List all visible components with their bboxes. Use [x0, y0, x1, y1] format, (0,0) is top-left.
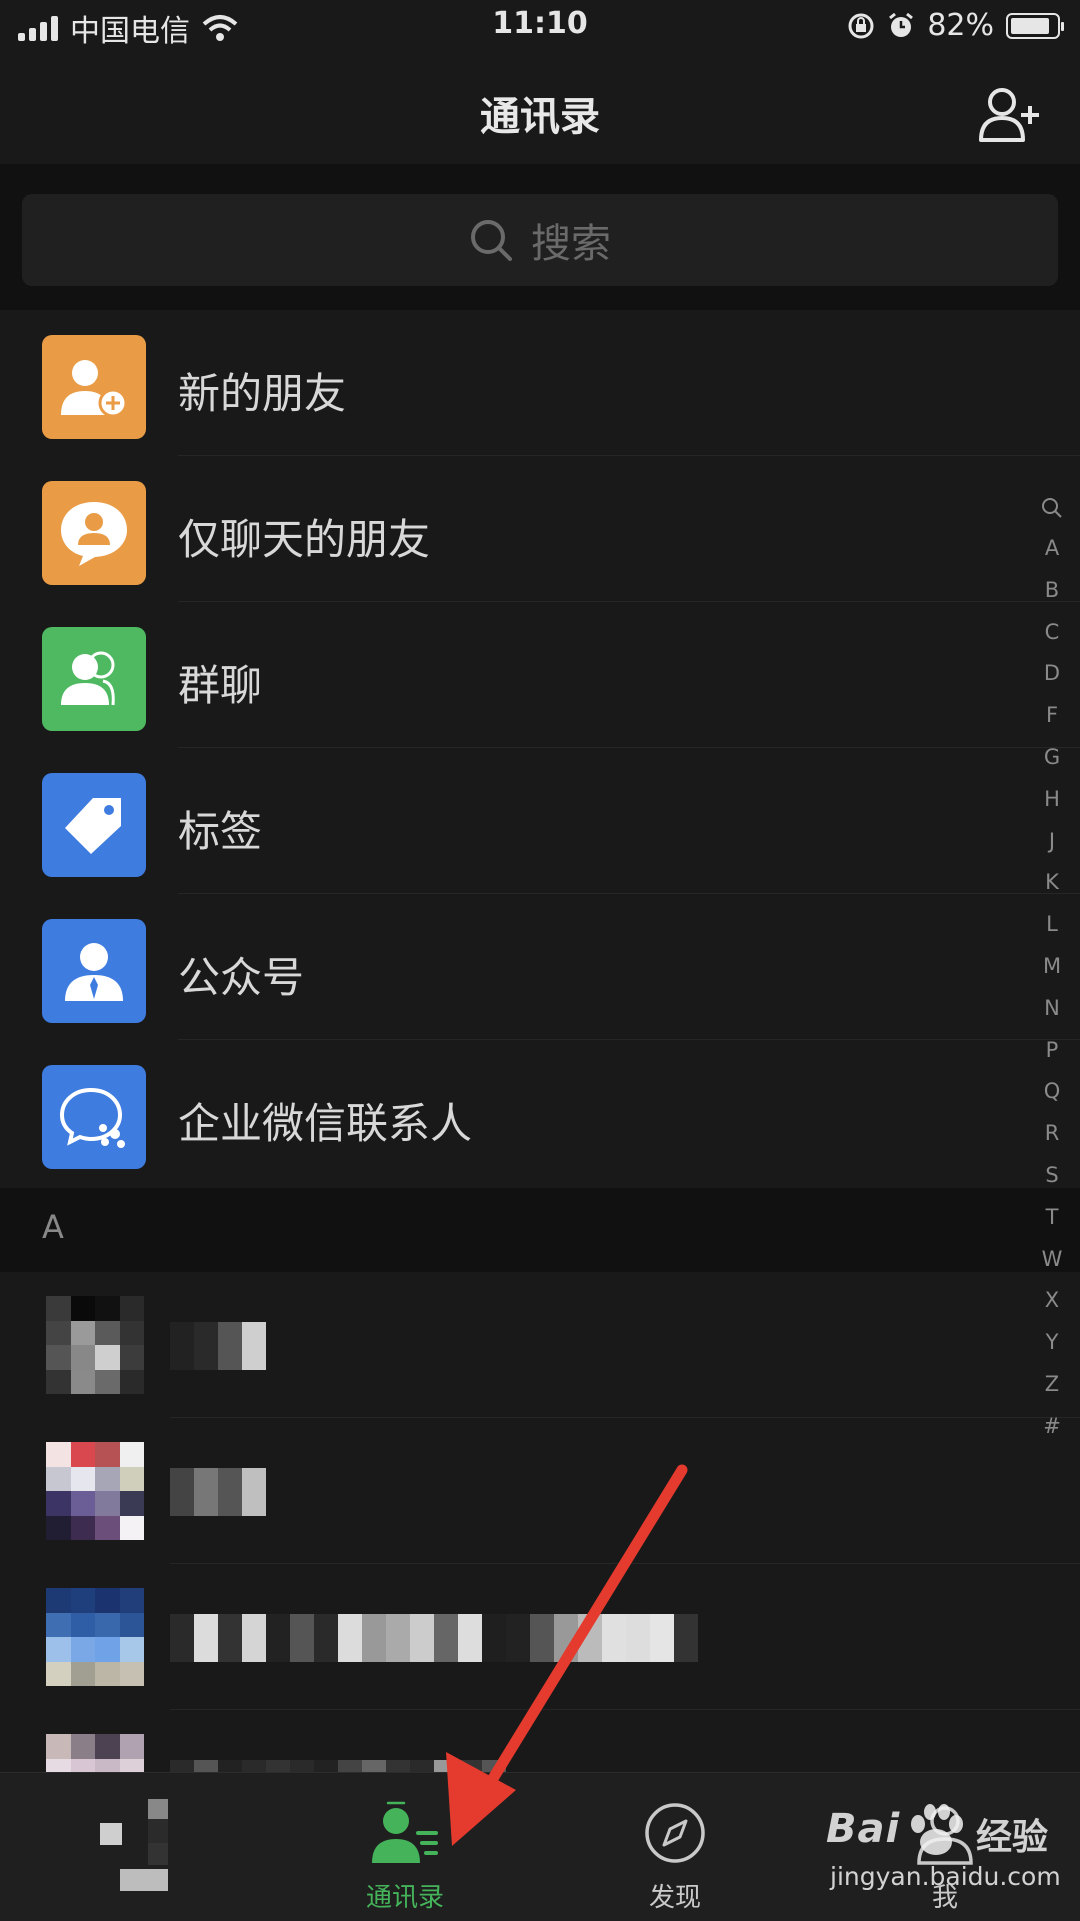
alphabet-index[interactable]: A B C D F G H J K L M N P Q R S T W X Y … [1032, 494, 1072, 1448]
search-input[interactable]: 搜索 [22, 194, 1058, 286]
index-letter[interactable]: J [1049, 821, 1055, 863]
index-letter[interactable]: P [1046, 1030, 1059, 1072]
battery-percentage: 82% [927, 8, 994, 43]
index-letter[interactable]: R [1045, 1113, 1060, 1155]
menu-label: 新的朋友 [178, 369, 347, 418]
index-letter[interactable]: T [1046, 1197, 1059, 1239]
index-letter[interactable]: G [1044, 737, 1060, 779]
menu-item-wecom-contacts[interactable]: 企业微信联系人 [0, 1040, 1080, 1186]
status-bar: 中国电信 11:10 82% [0, 0, 1080, 54]
pixelated-name [170, 1468, 266, 1516]
menu-label: 群聊 [178, 661, 263, 710]
index-letter[interactable]: K [1045, 862, 1059, 904]
orientation-lock-icon [848, 13, 874, 38]
menu-label: 仅聊天的朋友 [178, 515, 431, 564]
tab-discover[interactable]: 发现 [540, 1773, 810, 1921]
contacts-menu: 新的朋友 仅聊天的朋友 群聊 标签 公众号 企业微信联系人 [0, 310, 1080, 1186]
baidu-watermark: Bai 经验 jingyan.baidu.com [826, 1802, 1066, 1912]
watermark-brand: Bai [826, 1806, 901, 1852]
menu-item-chat-only-friends[interactable]: 仅聊天的朋友 [0, 456, 1080, 602]
tab-label: 通讯录 [365, 1883, 444, 1913]
add-friend-icon[interactable] [978, 84, 1042, 144]
menu-item-group-chat[interactable]: 群聊 [0, 602, 1080, 748]
index-letter[interactable]: H [1044, 779, 1060, 821]
index-letter[interactable]: L [1046, 904, 1058, 946]
pixelated-avatar [46, 1588, 144, 1686]
pixelated-name [170, 1322, 266, 1370]
index-letter[interactable]: X [1045, 1280, 1059, 1322]
tab-contacts[interactable]: 通讯录 [270, 1773, 540, 1921]
menu-label: 企业微信联系人 [178, 1099, 473, 1148]
pixelated-tab-icon [100, 1799, 170, 1893]
pixelated-avatar [46, 1442, 144, 1540]
index-letter[interactable]: M [1043, 946, 1061, 988]
tab-label: 发现 [648, 1883, 701, 1913]
index-letter[interactable]: A [1045, 528, 1059, 570]
navigation-bar: 通讯录 [0, 54, 1080, 164]
tab-pixelated[interactable] [0, 1773, 270, 1921]
official-account-icon [42, 919, 146, 1023]
index-letter[interactable]: C [1045, 612, 1060, 654]
index-letter[interactable]: N [1044, 988, 1060, 1030]
index-letter[interactable]: W [1042, 1239, 1063, 1281]
index-letter[interactable]: F [1046, 695, 1058, 737]
section-header-a: A [0, 1188, 1080, 1272]
watermark-url: jingyan.baidu.com [830, 1862, 1061, 1891]
index-letter[interactable]: Z [1045, 1364, 1059, 1406]
tag-icon [42, 773, 146, 877]
index-letter[interactable]: B [1045, 570, 1059, 612]
index-search-icon[interactable] [1040, 494, 1064, 522]
pixelated-avatar [46, 1296, 144, 1394]
contact-list [0, 1272, 1080, 1856]
group-chat-icon [42, 627, 146, 731]
search-placeholder: 搜索 [531, 221, 611, 267]
wecom-contacts-icon [42, 1065, 146, 1169]
menu-item-tags[interactable]: 标签 [0, 748, 1080, 894]
contact-row[interactable] [0, 1418, 1080, 1564]
menu-label: 标签 [178, 807, 263, 856]
alarm-icon [889, 12, 914, 37]
menu-item-new-friends[interactable]: 新的朋友 [0, 310, 1080, 456]
index-letter[interactable]: Q [1044, 1071, 1061, 1113]
index-letter[interactable]: # [1043, 1406, 1061, 1448]
page-title: 通讯录 [480, 94, 600, 140]
index-letter[interactable]: S [1045, 1155, 1058, 1197]
contact-row[interactable] [0, 1272, 1080, 1418]
compass-icon [645, 1803, 705, 1863]
chat-only-friends-icon [42, 481, 146, 585]
index-letter[interactable]: Y [1046, 1322, 1059, 1364]
index-letter[interactable]: D [1044, 653, 1060, 695]
contacts-icon [372, 1801, 438, 1863]
paw-icon [911, 1804, 963, 1855]
battery-icon [1006, 12, 1064, 39]
watermark-product: 经验 [976, 1817, 1049, 1858]
menu-item-official-accounts[interactable]: 公众号 [0, 894, 1080, 1040]
menu-label: 公众号 [178, 953, 305, 1002]
search-icon [471, 220, 512, 261]
search-area: 搜索 [0, 164, 1080, 310]
section-letter: A [42, 1208, 64, 1246]
pixelated-name [170, 1614, 698, 1662]
contact-row[interactable] [0, 1564, 1080, 1710]
new-friends-icon [42, 335, 146, 439]
